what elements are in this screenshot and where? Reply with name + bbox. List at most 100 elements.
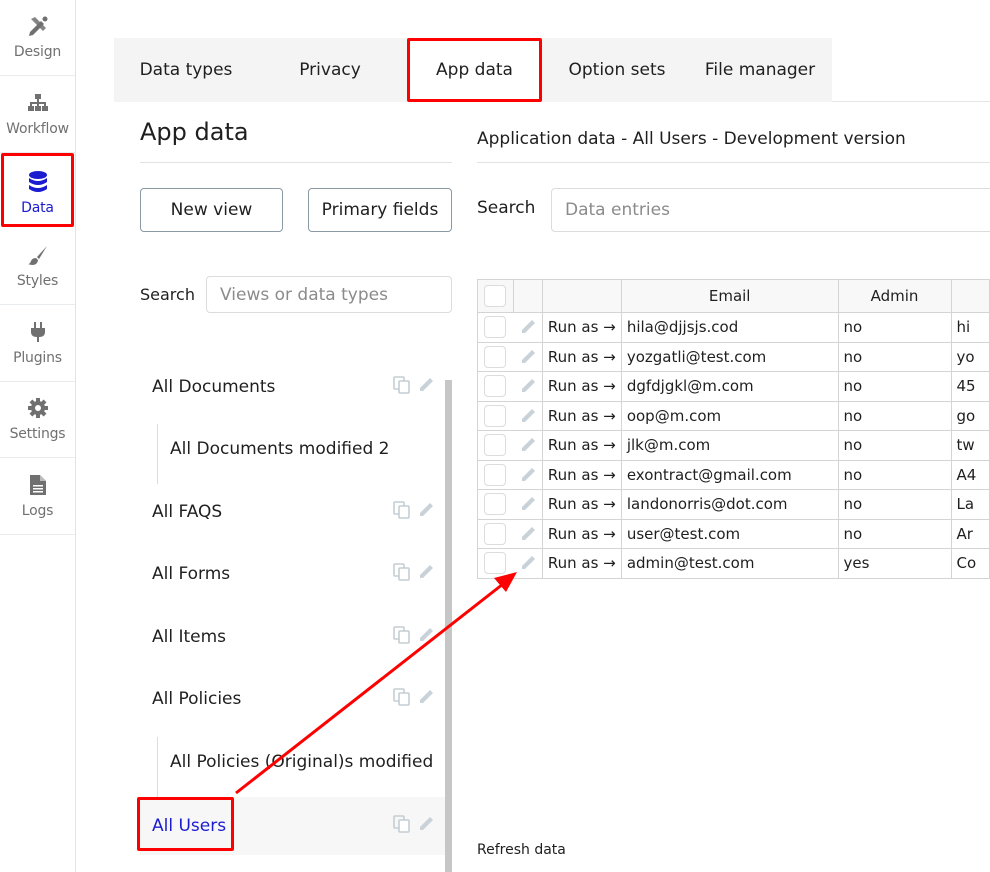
pencil-icon[interactable] — [518, 377, 538, 395]
copy-icon[interactable] — [392, 500, 412, 524]
tab-privacy[interactable]: Privacy — [258, 38, 402, 102]
run-as-link[interactable]: Run as → — [541, 341, 622, 372]
copy-icon[interactable] — [392, 814, 412, 838]
admin-cell: no — [837, 518, 952, 549]
rail-item-settings[interactable]: Settings — [0, 382, 75, 458]
next-column-cell: go — [950, 400, 990, 431]
view-name: All Users — [152, 816, 227, 836]
view-name: All Documents modified 2 — [170, 439, 390, 459]
pencil-icon[interactable] — [518, 347, 538, 365]
copy-icon[interactable] — [392, 562, 412, 586]
tab-data-types[interactable]: Data types — [114, 38, 258, 102]
row-checkbox[interactable] — [484, 463, 506, 486]
tab-app-data[interactable]: App data — [407, 38, 542, 102]
refresh-data-link[interactable]: Refresh data — [477, 842, 566, 858]
table-row[interactable]: Run as → hila@djjsjs.cod no hi — [477, 312, 990, 343]
rail-item-data[interactable]: Data — [1, 153, 74, 227]
views-scrollbar[interactable] — [445, 380, 452, 872]
row-select-cell — [477, 548, 514, 579]
email-cell: hila@djjsjs.cod — [620, 312, 839, 343]
next-column-cell: hi — [950, 312, 990, 343]
row-checkbox[interactable] — [484, 552, 506, 575]
run-as-link[interactable]: Run as → — [541, 430, 622, 461]
database-icon — [26, 170, 50, 194]
table-row[interactable]: Run as → landonorris@dot.com no La — [477, 489, 990, 520]
table-row[interactable]: Run as → user@test.com no Ar — [477, 518, 990, 549]
row-checkbox[interactable] — [484, 493, 506, 516]
pencil-icon[interactable] — [518, 495, 538, 513]
view-item-all-policies-original-modified[interactable]: All Policies (Original)s modified — [140, 733, 446, 797]
run-as-link[interactable]: Run as → — [541, 459, 622, 490]
view-item-all-policies[interactable]: All Policies — [140, 670, 446, 728]
tab-option-sets[interactable]: Option sets — [546, 38, 688, 102]
run-as-link[interactable]: Run as → — [541, 371, 622, 402]
table-header-row: Email Admin — [477, 279, 990, 313]
primary-fields-button[interactable]: Primary fields — [308, 188, 452, 232]
run-as-link[interactable]: Run as → — [541, 312, 622, 343]
row-checkbox[interactable] — [484, 404, 506, 427]
copy-icon[interactable] — [392, 687, 412, 711]
row-checkbox[interactable] — [484, 345, 506, 368]
pencil-icon[interactable] — [416, 500, 436, 524]
new-view-button[interactable]: New view — [140, 188, 283, 232]
next-column-cell: Co — [950, 548, 990, 579]
pencil-icon[interactable] — [416, 375, 436, 399]
rail-item-logs[interactable]: Logs — [0, 459, 75, 535]
table-row[interactable]: Run as → jlk@m.com no tw — [477, 430, 990, 461]
rail-label: Design — [13, 44, 62, 60]
pencil-icon[interactable] — [416, 625, 436, 649]
row-checkbox[interactable] — [484, 434, 506, 457]
rail-label: Logs — [21, 503, 54, 519]
view-item-all-users[interactable]: All Users — [140, 797, 446, 855]
header-admin[interactable]: Admin — [837, 279, 952, 313]
tab-file-manager[interactable]: File manager — [688, 38, 832, 102]
pencil-icon[interactable] — [518, 554, 538, 572]
view-item-all-forms[interactable]: All Forms — [140, 545, 446, 603]
table-row[interactable]: Run as → exontract@gmail.com no A4 — [477, 459, 990, 490]
view-item-all-items[interactable]: All Items — [140, 608, 446, 666]
email-cell: admin@test.com — [620, 548, 839, 579]
run-as-link[interactable]: Run as → — [541, 489, 622, 520]
row-checkbox[interactable] — [484, 316, 506, 339]
entries-search-input[interactable]: Data entries — [551, 188, 990, 232]
pencil-icon[interactable] — [518, 318, 538, 336]
header-next[interactable] — [950, 279, 990, 313]
table-row[interactable]: Run as → yozgatli@test.com no yo — [477, 341, 990, 372]
select-all-cell — [477, 279, 514, 313]
view-item-all-documents[interactable]: All Documents — [140, 358, 446, 416]
pencil-icon[interactable] — [518, 436, 538, 454]
table-row[interactable]: Run as → admin@test.com yes Co — [477, 548, 990, 579]
run-as-link[interactable]: Run as → — [541, 400, 622, 431]
copy-icon[interactable] — [392, 375, 412, 399]
view-name: All FAQS — [152, 502, 223, 522]
rail-item-plugins[interactable]: Plugins — [0, 306, 75, 382]
rail-item-design[interactable]: Design — [0, 0, 75, 76]
left-rail: Design Workflow Data Styles Plugins Sett… — [0, 0, 76, 872]
rail-item-styles[interactable]: Styles — [0, 229, 75, 305]
header-email[interactable]: Email — [620, 279, 839, 313]
row-select-cell — [477, 371, 514, 402]
row-checkbox[interactable] — [484, 522, 506, 545]
pencil-icon[interactable] — [416, 562, 436, 586]
view-item-all-documents-modified-2[interactable]: All Documents modified 2 — [140, 420, 446, 484]
views-search-label: Search — [140, 285, 195, 304]
email-cell: user@test.com — [620, 518, 839, 549]
pencil-icon[interactable] — [518, 406, 538, 424]
views-search-input[interactable]: Views or data types — [206, 276, 452, 313]
rail-item-workflow[interactable]: Workflow — [0, 77, 75, 153]
view-item-all-faqs[interactable]: All FAQS — [140, 483, 446, 541]
select-all-checkbox[interactable] — [484, 285, 506, 307]
copy-icon[interactable] — [392, 625, 412, 649]
divider — [140, 162, 452, 163]
pencil-icon[interactable] — [518, 465, 538, 483]
pencil-icon[interactable] — [416, 814, 436, 838]
table-row[interactable]: Run as → dgfdjgkl@m.com no 45 — [477, 371, 990, 402]
run-as-link[interactable]: Run as → — [541, 518, 622, 549]
row-checkbox[interactable] — [484, 375, 506, 398]
row-edit-cell — [513, 459, 543, 490]
table-row[interactable]: Run as → oop@m.com no go — [477, 400, 990, 431]
pencil-icon[interactable] — [416, 687, 436, 711]
run-as-link[interactable]: Run as → — [541, 548, 622, 579]
row-edit-cell — [513, 518, 543, 549]
pencil-icon[interactable] — [518, 524, 538, 542]
